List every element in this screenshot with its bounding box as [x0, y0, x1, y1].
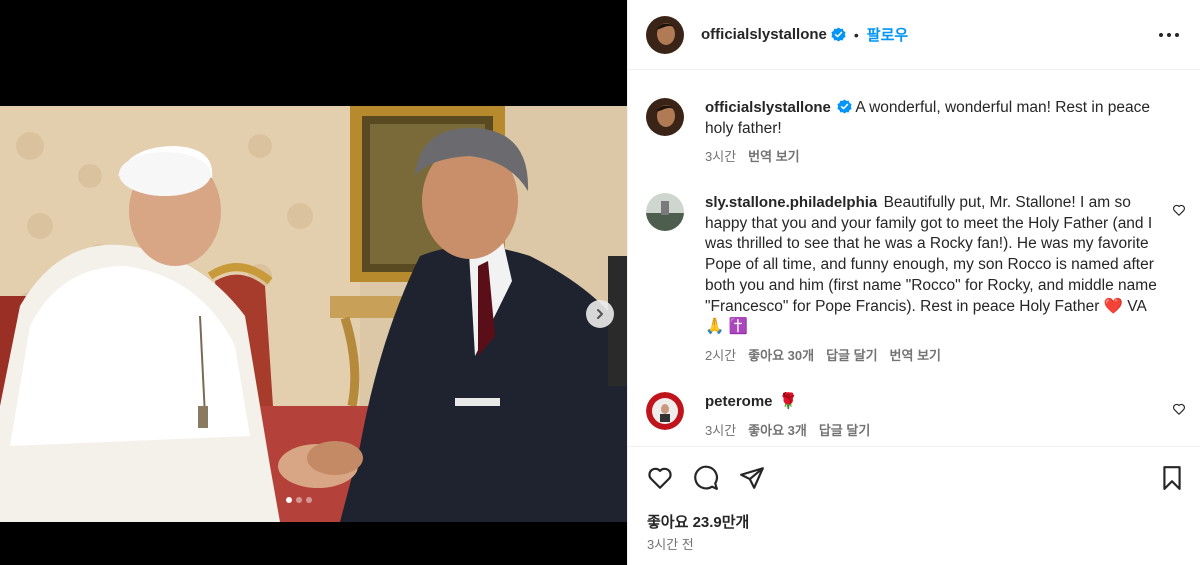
post-photo — [0, 106, 627, 522]
comment-likes[interactable]: 좋아요 3개 — [748, 421, 807, 442]
avatar[interactable] — [646, 15, 684, 54]
carousel-dot — [286, 497, 292, 503]
comment-time: 3시간 — [705, 422, 737, 438]
reply-button[interactable]: 답글 달기 — [819, 421, 870, 442]
follow-button[interactable]: 팔로우 — [867, 24, 908, 45]
chevron-right-icon — [597, 309, 603, 319]
post-author-username[interactable]: officialslystallone — [701, 26, 827, 43]
comment-time: 2시간 — [705, 347, 737, 363]
heart-icon[interactable] — [647, 465, 673, 491]
comment-item: peterome 🌹 3시간 좋아요 3개 답글 달기 — [646, 392, 1186, 441]
avatar[interactable] — [646, 193, 684, 231]
comment-icon[interactable] — [693, 465, 719, 491]
comment-likes[interactable]: 좋아요 30개 — [748, 346, 814, 367]
comment-body: peterome 🌹 3시간 좋아요 3개 답글 달기 — [705, 392, 1160, 441]
comment-meta: 2시간 좋아요 30개 답글 달기 번역 보기 — [705, 346, 1160, 367]
translate-button[interactable]: 번역 보기 — [890, 346, 941, 367]
likes-count[interactable]: 좋아요 23.9만개 — [647, 511, 749, 532]
comment-meta: 3시간 좋아요 3개 답글 달기 — [705, 421, 1160, 442]
verified-badge-icon — [831, 27, 846, 42]
post-time: 3시간 전 — [647, 537, 694, 552]
comment-username[interactable]: peterome — [705, 393, 773, 410]
comment-item: sly.stallone.philadelphia Beautifully pu… — [646, 193, 1186, 367]
comment-username[interactable]: sly.stallone.philadelphia — [705, 194, 877, 211]
bookmark-icon[interactable] — [1159, 465, 1185, 491]
comment-body: sly.stallone.philadelphia Beautifully pu… — [705, 193, 1160, 367]
carousel-next-button[interactable] — [586, 300, 614, 328]
carousel-dot — [306, 497, 312, 503]
comments-list: officialslystallone A wonderful, wonderf… — [628, 71, 1200, 446]
comment-body: officialslystallone A wonderful, wonderf… — [705, 98, 1160, 168]
post-header: officialslystallone • 팔로우 — [628, 0, 1200, 70]
comment-username[interactable]: officialslystallone — [705, 99, 831, 116]
carousel-indicator — [286, 497, 312, 503]
avatar[interactable] — [646, 98, 684, 136]
heart-icon[interactable] — [1172, 203, 1186, 217]
caption-comment: officialslystallone A wonderful, wonderf… — [646, 98, 1186, 168]
comment-time: 3시간 — [705, 149, 737, 165]
more-options-icon[interactable] — [1157, 26, 1181, 44]
verified-badge-icon — [837, 99, 852, 114]
post-media — [0, 0, 627, 565]
comment-meta: 3시간 번역 보기 — [705, 147, 1160, 168]
comment-text: Beautifully put, Mr. Stallone! I am so h… — [705, 194, 1157, 336]
reply-button[interactable]: 답글 달기 — [826, 346, 877, 367]
carousel-dot — [296, 497, 302, 503]
comment-text: 🌹 — [778, 393, 799, 410]
heart-icon[interactable] — [1172, 402, 1186, 416]
avatar[interactable] — [646, 392, 684, 430]
translate-button[interactable]: 번역 보기 — [748, 147, 799, 168]
share-icon[interactable] — [739, 465, 765, 491]
post-actions: 좋아요 23.9만개 3시간 전 — [628, 446, 1200, 565]
post-details-panel: officialslystallone • 팔로우 officialslysta… — [627, 0, 1200, 565]
separator-bullet: • — [853, 26, 859, 43]
